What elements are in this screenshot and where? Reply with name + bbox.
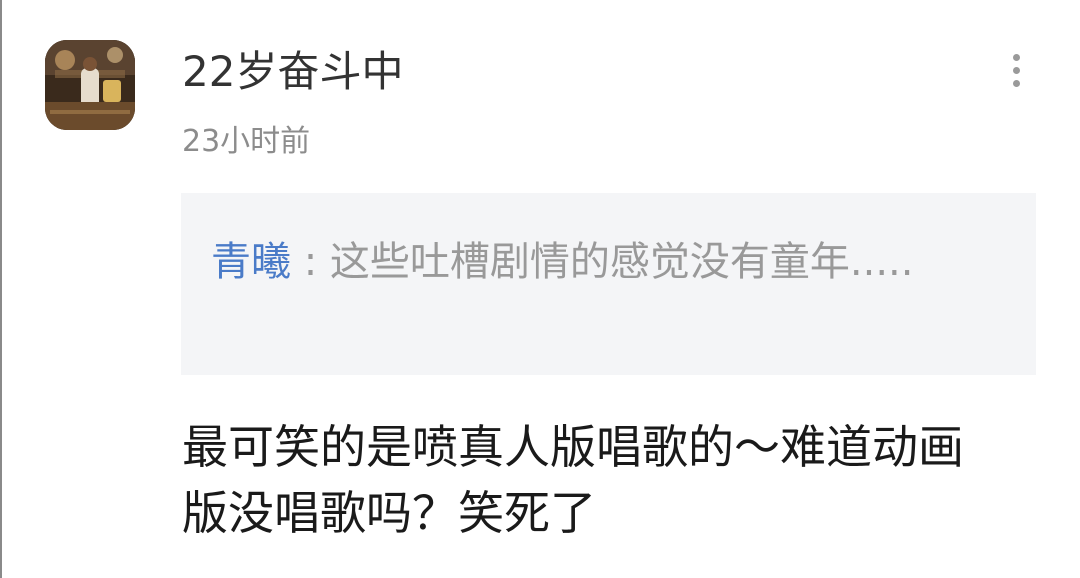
more-options-button[interactable] [996, 44, 1036, 96]
user-avatar-image [45, 40, 135, 130]
more-vertical-icon [1012, 53, 1020, 61]
more-vertical-icon-dot [1012, 66, 1020, 74]
quoted-reply[interactable]: 青曦 : 这些吐槽剧情的感觉没有童年..... [181, 193, 1036, 375]
timestamp: 23小时前 [182, 124, 311, 159]
more-vertical-icon-dot [1012, 79, 1020, 87]
comment-body: 最可笑的是喷真人版唱歌的～难道动画版没唱歌吗？笑死了 [182, 420, 964, 540]
quote-separator: : [291, 239, 330, 285]
avatar[interactable] [45, 40, 135, 130]
quoted-author[interactable]: 青曦 [211, 239, 291, 285]
quoted-content: 这些吐槽剧情的感觉没有童年..... [329, 239, 914, 285]
left-edge-divider [0, 0, 2, 578]
username[interactable]: 22岁奋斗中 [182, 46, 403, 98]
quoted-reply-text: 青曦 : 这些吐槽剧情的感觉没有童年..... [211, 233, 931, 291]
